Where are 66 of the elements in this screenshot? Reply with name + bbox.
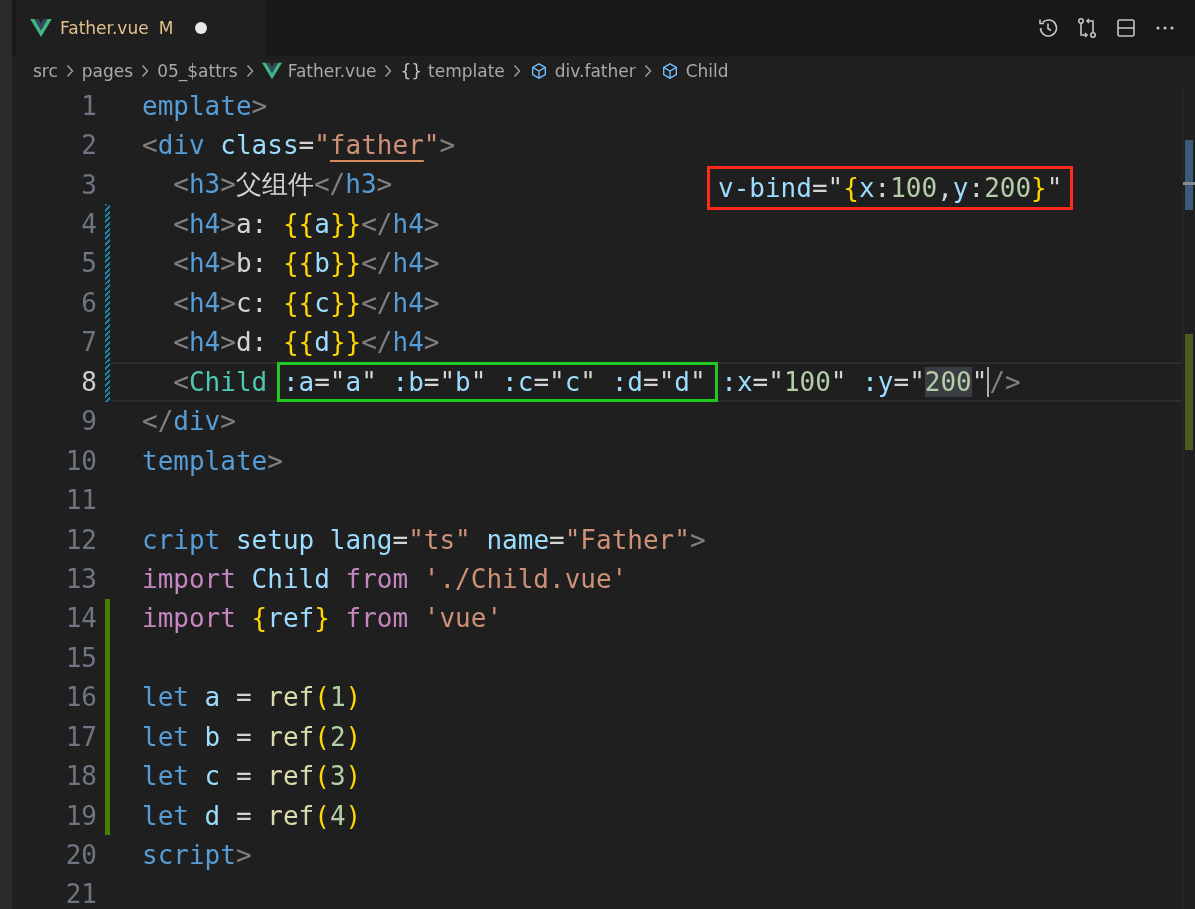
code-line: cript setup lang="ts" name="Father"> (142, 524, 706, 555)
code-line: emplate> (142, 90, 268, 121)
line-number: 12 (64, 524, 97, 555)
line-number: 9 (80, 406, 97, 437)
breadcrumb-item[interactable]: template (428, 61, 505, 81)
code-line: let d = ref(4) (142, 800, 362, 831)
line-number: 3 (80, 169, 97, 200)
code-line: <h3>父组件</h3> (172, 168, 393, 202)
line-number: 2 (80, 130, 97, 161)
chevron-icon (245, 64, 254, 78)
highlight-box: :a="a" :b="b" :c="c" :d="d" (276, 361, 718, 402)
code-line: import {ref} from 'vue' (142, 603, 503, 634)
braces-icon: {} (400, 61, 422, 81)
split-editor-icon[interactable] (1114, 16, 1138, 40)
line-number: 11 (64, 485, 97, 516)
code-line: let c = ref(3) (142, 761, 362, 792)
line-number: 6 (80, 287, 97, 318)
line-number: 15 (64, 642, 97, 673)
line-number: 14 (64, 603, 97, 634)
code-line: :x="100" :y="200"/> (720, 366, 1021, 397)
breadcrumb-item[interactable]: 05_$attrs (157, 61, 238, 81)
line-number: 4 (80, 209, 97, 240)
code-line: let b = ref(2) (142, 721, 362, 752)
chevron-icon (384, 64, 393, 78)
breadcrumb-item[interactable]: Child (685, 61, 729, 81)
line-number: 18 (64, 761, 97, 792)
compare-icon[interactable] (1075, 16, 1099, 40)
tab-label: Father.vue (60, 18, 149, 38)
code-line: let a = ref(1) (142, 682, 362, 713)
line-number: 10 (64, 445, 97, 476)
line-number: 17 (64, 721, 97, 752)
code-line: script> (142, 840, 252, 871)
code-line: template> (142, 445, 283, 476)
chevron-icon (141, 64, 150, 78)
scrollbar[interactable] (1182, 86, 1195, 909)
code-line: import Child from './Child.vue' (142, 563, 628, 594)
breadcrumb-item[interactable]: src (33, 61, 58, 81)
annotation-box: v-bind="{x:100,y:200}" (707, 166, 1074, 210)
git-status: M (158, 18, 174, 38)
line-number: 16 (64, 682, 97, 713)
code-line: <div class="father"> (142, 130, 456, 161)
editor-tab[interactable]: Father.vue M (16, 0, 266, 56)
line-number: 8 (80, 366, 97, 397)
line-number: 20 (64, 840, 97, 871)
breadcrumb-item[interactable]: pages (81, 61, 134, 81)
code-line: <h4>b: {{b}}</h4> (172, 248, 440, 279)
breadcrumb-item[interactable]: div.father (554, 61, 636, 81)
line-number: 7 (80, 327, 97, 358)
unsaved-dot-icon[interactable] (195, 22, 208, 34)
line-number: 1 (80, 90, 97, 121)
line-number: 5 (80, 248, 97, 279)
code-line: <h4>d: {{d}}</h4> (172, 327, 440, 358)
code-line: <h4>a: {{a}}</h4> (172, 209, 440, 240)
vue-icon (30, 19, 52, 37)
line-number: 21 (64, 879, 97, 909)
history-icon[interactable] (1036, 16, 1060, 40)
line-number: 19 (64, 800, 97, 831)
chevron-icon (65, 64, 74, 78)
line-number: 13 (64, 563, 97, 594)
chevron-icon (512, 64, 521, 78)
code-line: </div> (142, 406, 236, 437)
chevron-icon (643, 64, 652, 78)
code-line: <h4>c: {{c}}</h4> (172, 287, 440, 318)
breadcrumb-item[interactable]: Father.vue (287, 61, 377, 81)
vue-icon (261, 62, 282, 80)
code-line: <Child (172, 366, 269, 397)
